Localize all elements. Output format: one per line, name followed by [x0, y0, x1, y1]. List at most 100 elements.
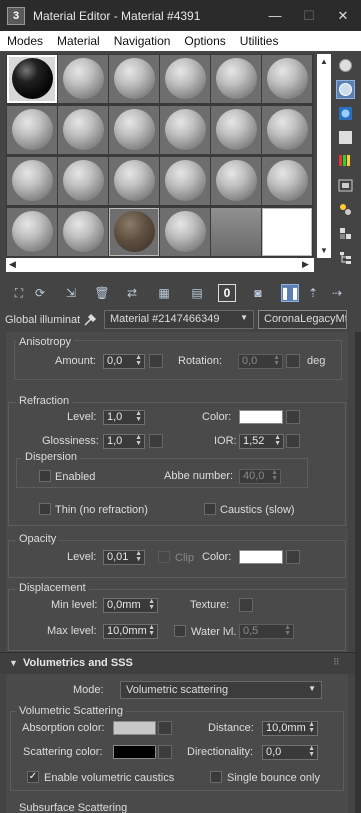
glossiness-label: Glossiness:: [42, 435, 99, 447]
sample-slot-14[interactable]: [58, 157, 108, 205]
scroll-right-icon[interactable]: ▶: [302, 259, 309, 270]
make-unique-icon[interactable]: ⇄: [123, 284, 141, 302]
material-name-dropdown[interactable]: Material #2147466349 ▼: [104, 310, 254, 329]
clip-checkbox[interactable]: [158, 551, 170, 563]
rotation-map-button[interactable]: [286, 354, 300, 368]
material-effects-channel-icon[interactable]: ▤: [188, 284, 206, 302]
make-preview-icon[interactable]: [336, 176, 355, 195]
maximize-button[interactable]: ☐: [292, 0, 326, 31]
sample-uv-tiling-icon[interactable]: [336, 128, 355, 147]
video-color-check-icon[interactable]: [336, 151, 355, 170]
menu-options[interactable]: Options: [177, 34, 232, 48]
sample-slot-1[interactable]: [7, 55, 57, 103]
go-to-parent-icon[interactable]: ⇡: [304, 284, 322, 302]
sample-slot-17[interactable]: [211, 157, 261, 205]
sample-slot-19[interactable]: [7, 208, 57, 256]
sample-slot-12[interactable]: [262, 106, 312, 154]
rollout-scrollbar[interactable]: [355, 332, 361, 813]
sample-slot-6[interactable]: [262, 55, 312, 103]
scattering-color-swatch[interactable]: [113, 745, 156, 759]
sample-slot-24[interactable]: [262, 208, 312, 256]
abbe-number-spinner[interactable]: 40,0 ▲ ▼: [239, 469, 281, 484]
glossiness-map-button[interactable]: [149, 434, 163, 448]
refraction-level-spinner[interactable]: 1,0 ▲ ▼: [103, 410, 145, 425]
menu-modes[interactable]: Modes: [0, 34, 50, 48]
sample-slot-16[interactable]: [160, 157, 210, 205]
menu-utilities[interactable]: Utilities: [233, 34, 286, 48]
thin-refraction-checkbox[interactable]: [39, 503, 51, 515]
background-icon[interactable]: [336, 104, 355, 123]
sample-slot-10[interactable]: [160, 106, 210, 154]
sample-slot-3[interactable]: [109, 55, 159, 103]
ior-map-button[interactable]: [286, 434, 300, 448]
absorption-map-button[interactable]: [158, 721, 172, 735]
opacity-color-swatch[interactable]: [239, 550, 283, 564]
sample-slot-5[interactable]: [211, 55, 261, 103]
pick-material-eyedropper-icon[interactable]: [82, 312, 98, 328]
mode-label: Mode:: [73, 684, 104, 696]
sample-slot-7[interactable]: [7, 106, 57, 154]
slots-horizontal-scrollbar[interactable]: ◀ ▶: [6, 258, 314, 272]
water-level-spinner[interactable]: 0,5 ▲ ▼: [239, 624, 294, 639]
options-icon[interactable]: [336, 200, 355, 219]
sample-slot-18[interactable]: [262, 157, 312, 205]
directionality-spinner[interactable]: 0,0 ▲ ▼: [262, 745, 318, 760]
sample-slot-20[interactable]: [58, 208, 108, 256]
minimize-button[interactable]: —: [258, 0, 292, 31]
close-button[interactable]: ✕: [326, 0, 360, 31]
glossiness-spinner[interactable]: 1,0 ▲ ▼: [103, 434, 145, 449]
go-forward-to-sibling-icon[interactable]: ⇢: [328, 284, 346, 302]
sample-slot-21[interactable]: [109, 208, 159, 256]
water-level-checkbox[interactable]: [174, 625, 186, 637]
scroll-left-icon[interactable]: ◀: [9, 259, 16, 270]
assign-to-selection-icon[interactable]: ⇲: [62, 284, 80, 302]
sample-slot-4[interactable]: [160, 55, 210, 103]
menu-material[interactable]: Material: [50, 34, 107, 48]
scroll-down-icon[interactable]: ▼: [320, 246, 328, 255]
refraction-color-map-button[interactable]: [286, 410, 300, 424]
opacity-color-map-button[interactable]: [286, 550, 300, 564]
min-level-spinner[interactable]: 0,0mm ▲ ▼: [103, 598, 158, 613]
ior-spinner[interactable]: 1,52 ▲ ▼: [239, 434, 284, 449]
dispersion-enabled-checkbox[interactable]: [39, 470, 51, 482]
menu-navigation[interactable]: Navigation: [107, 34, 178, 48]
material-type-button[interactable]: CoronaLegacyMtl: [258, 310, 347, 329]
sample-slot-2[interactable]: [58, 55, 108, 103]
amount-map-button[interactable]: [149, 354, 163, 368]
sample-slot-11[interactable]: [211, 106, 261, 154]
slots-vertical-scrollbar[interactable]: ▲ ▼: [317, 54, 331, 258]
effects-channel-0-icon[interactable]: 0: [218, 284, 236, 302]
drag-handle-icon[interactable]: ⠿: [333, 657, 340, 668]
max-level-spinner[interactable]: 10,0mm ▲ ▼: [103, 624, 158, 639]
backlight-icon[interactable]: [336, 80, 355, 99]
select-by-material-icon[interactable]: [336, 224, 355, 243]
sample-type-icon[interactable]: [336, 56, 355, 75]
single-bounce-checkbox[interactable]: [210, 771, 222, 783]
sample-slot-9[interactable]: [109, 106, 159, 154]
sample-slot-8[interactable]: [58, 106, 108, 154]
sample-slot-22[interactable]: [160, 208, 210, 256]
scattering-map-button[interactable]: [158, 745, 172, 759]
caustics-checkbox[interactable]: [204, 503, 216, 515]
sample-slot-23[interactable]: [211, 208, 261, 256]
rotation-spinner[interactable]: 0,0 ▲ ▼: [238, 354, 283, 369]
distance-spinner[interactable]: 10,0mm ▲ ▼: [262, 721, 318, 736]
material-map-navigator-icon[interactable]: [336, 248, 355, 267]
volumetric-caustics-checkbox[interactable]: ✓: [27, 771, 39, 783]
displacement-texture-button[interactable]: [239, 598, 253, 612]
volumetrics-rollout-header[interactable]: ▼ Volumetrics and SSS ⠿: [0, 652, 361, 674]
mode-dropdown[interactable]: Volumetric scattering ▼: [120, 681, 322, 699]
put-to-library-icon[interactable]: ▦: [155, 284, 173, 302]
put-to-scene-icon[interactable]: ⟳: [31, 284, 49, 302]
sample-slot-13[interactable]: [7, 157, 57, 205]
scroll-up-icon[interactable]: ▲: [320, 57, 328, 66]
show-map-in-viewport-icon[interactable]: ◙: [249, 284, 267, 302]
opacity-level-spinner[interactable]: 0,01 ▲ ▼: [103, 550, 145, 565]
sample-slot-15[interactable]: [109, 157, 159, 205]
show-end-result-icon[interactable]: ❚❚: [280, 284, 300, 302]
delete-icon[interactable]: 🗑: [93, 284, 111, 302]
get-material-icon[interactable]: ⛶: [10, 284, 28, 302]
amount-spinner[interactable]: 0,0 ▲ ▼: [103, 354, 145, 369]
absorption-color-swatch[interactable]: [113, 721, 156, 735]
refraction-color-swatch[interactable]: [239, 410, 283, 424]
